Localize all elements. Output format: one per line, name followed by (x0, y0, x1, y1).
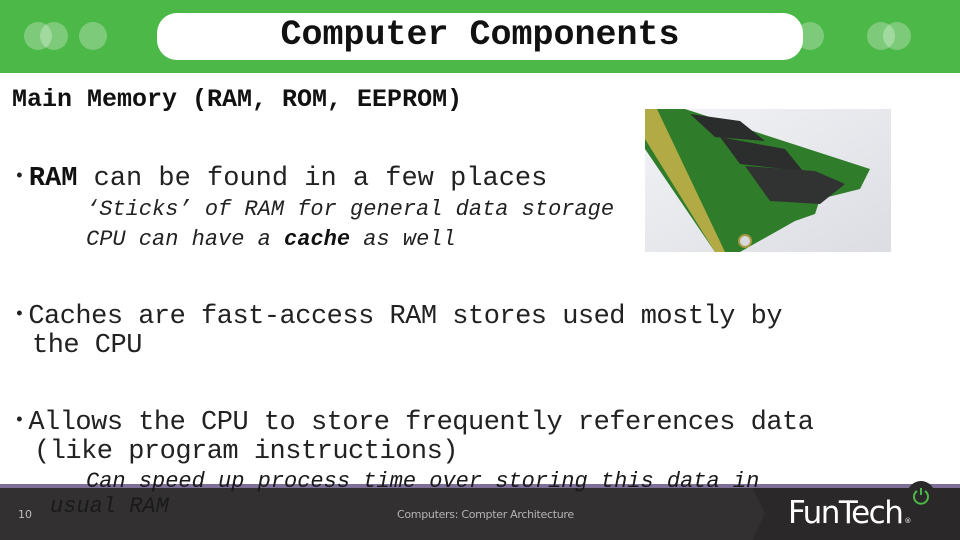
slide-title: Computer Components (280, 14, 680, 55)
sub-bullet-sticks: ‘Sticks’ of RAM for general data storage (86, 197, 615, 222)
bullet-icon: • (14, 305, 25, 325)
footer-caption: Computers: Compter Architecture (397, 508, 574, 521)
sub-bullet-cache: CPU can have a cache as well (86, 225, 456, 255)
bullet-text-cont: the CPU (32, 331, 142, 361)
slide-subtitle: Main Memory (RAM, ROM, EEPROM) (12, 85, 463, 114)
funtech-logo: FunTech ® (788, 495, 911, 531)
bullet-text: Allows the CPU to store frequently refer… (28, 408, 814, 438)
decorative-circle (883, 22, 911, 50)
ram-module-drawing (645, 109, 891, 252)
header-band: Computer Components (0, 0, 960, 73)
bullet-caches: • Caches are fast-access RAM stores used … (14, 301, 783, 361)
sub-text: as well (350, 227, 456, 252)
slide-number: 10 (18, 508, 32, 521)
sub-bullet-speed: Can speed up process time over storing t… (86, 469, 760, 494)
bullet-icon: • (14, 411, 25, 431)
bullet-allows: • Allows the CPU to store frequently refe… (14, 407, 814, 467)
logo-text: FunTech (788, 495, 904, 531)
bullet-text-cont: (like program instructions) (34, 437, 458, 467)
bullet-text: can be found in a few places (77, 164, 548, 194)
bullet-bold: RAM (28, 164, 78, 194)
registered-icon: ® (904, 517, 912, 525)
sub-bullet-speed-cont: usual RAM (50, 494, 169, 519)
sub-bold: cache (284, 227, 351, 252)
decorative-circle (40, 22, 68, 50)
ram-module-image (645, 109, 891, 252)
bullet-text: Caches are fast-access RAM stores used m… (28, 302, 783, 332)
title-pill: Computer Components (157, 13, 803, 60)
decorative-circle (79, 22, 107, 50)
sub-text: CPU can have a (86, 227, 285, 252)
bullet-icon: • (14, 167, 25, 187)
bullet-ram: • RAM can be found in a few places (14, 163, 547, 194)
